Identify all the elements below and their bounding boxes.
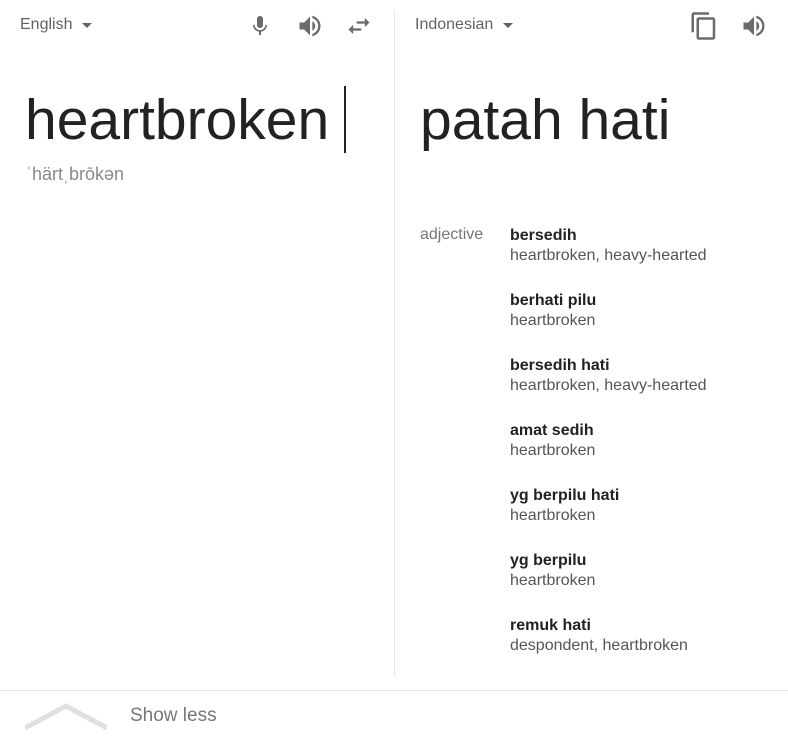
entry-synonyms: heartbroken xyxy=(510,442,596,459)
copy-icon[interactable] xyxy=(688,10,720,42)
caret-down-icon xyxy=(503,22,514,28)
source-language-label: English xyxy=(20,16,73,33)
entry-word: yg berpilu xyxy=(510,552,587,569)
entry-word: amat sedih xyxy=(510,422,594,439)
entry-synonyms: heartbroken xyxy=(510,572,596,589)
speaker-icon[interactable] xyxy=(738,10,770,42)
dictionary-entry[interactable]: yg berpilu heartbroken xyxy=(510,551,780,616)
chevron-up-icon xyxy=(25,703,107,731)
entry-word: bersedih hati xyxy=(510,357,610,374)
dictionary-entry[interactable]: berhati pilu heartbroken xyxy=(510,291,780,356)
entry-synonyms: despondent, heartbroken xyxy=(510,637,688,654)
phonetic-transcription: ˈhärtˌbrōkən xyxy=(26,164,125,184)
show-less-button[interactable]: Show less xyxy=(0,691,788,736)
dictionary-entry[interactable]: bersedih hati heartbroken, heavy-hearted xyxy=(510,356,780,421)
entry-synonyms: heartbroken xyxy=(510,507,596,524)
target-pane: Indonesian patah hati adjective bersedih… xyxy=(395,0,788,676)
dictionary-entry[interactable]: bersedih heartbroken, heavy-hearted xyxy=(510,226,780,291)
source-language-select[interactable]: English xyxy=(20,16,93,34)
entry-word: remuk hati xyxy=(510,617,591,634)
entry-word: bersedih xyxy=(510,227,577,244)
target-language-select[interactable]: Indonesian xyxy=(415,16,514,34)
speaker-icon[interactable] xyxy=(294,10,326,42)
caret-down-icon xyxy=(82,22,93,28)
source-text[interactable]: heartbroken xyxy=(25,84,329,156)
part-of-speech-label: adjective xyxy=(420,226,484,243)
show-less-label: Show less xyxy=(130,705,217,726)
text-cursor xyxy=(344,86,346,153)
microphone-icon[interactable] xyxy=(244,10,276,42)
entry-synonyms: heartbroken xyxy=(510,312,596,329)
entry-synonyms: heartbroken, heavy-hearted xyxy=(510,247,707,264)
dictionary-entry[interactable]: amat sedih heartbroken xyxy=(510,421,780,486)
entry-word: berhati pilu xyxy=(510,292,597,309)
target-language-label: Indonesian xyxy=(415,16,494,33)
swap-icon[interactable] xyxy=(343,10,375,42)
entry-word: yg berpilu hati xyxy=(510,487,620,504)
dictionary-entry[interactable]: remuk hati despondent, heartbroken xyxy=(510,616,780,681)
dictionary-entries: bersedih heartbroken, heavy-hearted berh… xyxy=(510,226,780,681)
dictionary-entry[interactable]: yg berpilu hati heartbroken xyxy=(510,486,780,551)
entry-synonyms: heartbroken, heavy-hearted xyxy=(510,377,707,394)
source-pane: English heartbroken ˈhärtˌbrōkən xyxy=(0,0,394,676)
translated-text: patah hati xyxy=(420,88,671,152)
